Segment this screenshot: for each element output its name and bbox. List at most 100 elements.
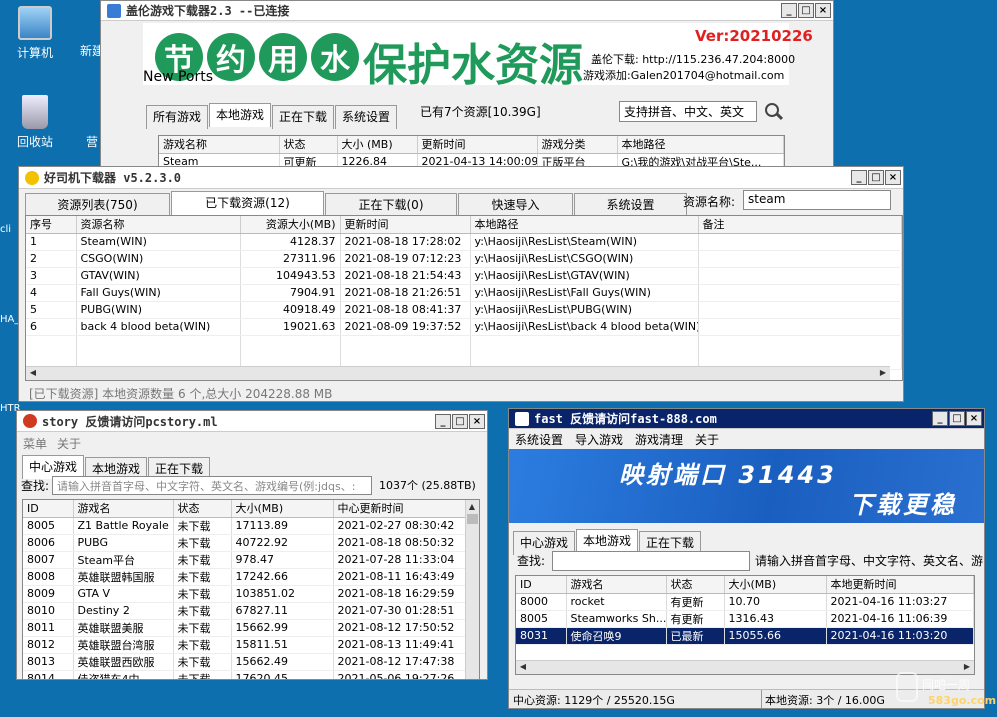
- tab-all-games[interactable]: 所有游戏: [146, 105, 209, 129]
- scroll-thumb[interactable]: [467, 514, 478, 524]
- table-row[interactable]: 8014 佳盗猎车4中 未下载 17620.45 2021-05-06 19:27:26: [23, 670, 479, 679]
- column-header[interactable]: ID: [516, 576, 567, 594]
- close-button[interactable]: ×: [885, 170, 901, 185]
- table-row[interactable]: 8010 Destiny 2 未下载 67827.11 2021-07-30 01:28…: [23, 602, 479, 620]
- column-header[interactable]: 状态: [173, 500, 232, 518]
- minimize-button[interactable]: _: [781, 3, 797, 18]
- maximize-button[interactable]: □: [798, 3, 814, 18]
- scroll-left-icon[interactable]: ◀: [27, 367, 39, 379]
- search-input[interactable]: 支持拼音、中文、英文: [619, 101, 757, 122]
- search-input[interactable]: [552, 551, 750, 571]
- column-header[interactable]: 游戏名: [73, 500, 174, 518]
- column-header[interactable]: 资源名称: [76, 216, 241, 234]
- search-input[interactable]: steam: [743, 190, 891, 210]
- close-button[interactable]: ×: [469, 414, 485, 429]
- table-row[interactable]: 8013 英雄联盟西欧服 未下载 15662.49 2021-08-12 17:47:3…: [23, 653, 479, 671]
- menu-item[interactable]: 系统设置: [515, 431, 563, 448]
- column-header[interactable]: 游戏名称: [159, 136, 280, 154]
- cell: Fall Guys(WIN): [76, 284, 241, 302]
- table-row[interactable]: 8005 Z1 Battle Royale 未下载 17113.89 2021-02-2…: [23, 517, 479, 535]
- table-row[interactable]: 8008 英雄联盟韩国服 未下载 17242.66 2021-08-11 16:43:4…: [23, 568, 479, 586]
- fast-title-bar[interactable]: fast 反馈请访问fast-888.com: [509, 409, 984, 429]
- maximize-button[interactable]: □: [868, 170, 884, 185]
- minimize-button[interactable]: _: [435, 414, 451, 429]
- table-row[interactable]: 8000 rocket 有更新 10.70 2021-04-16 11:03:27: [516, 593, 974, 611]
- cell: 15662.99: [231, 619, 334, 637]
- scroll-left-icon[interactable]: ◀: [517, 661, 529, 673]
- story-window: story 反馈请访问pcstory.ml _ □ × 菜单 关于 中心游戏 本…: [16, 410, 488, 680]
- tab-quick-import[interactable]: 快速导入: [458, 193, 573, 217]
- table-row[interactable]: 5 PUBG(WIN) 40918.49 2021-08-18 08:41:37 y:\…: [26, 301, 902, 319]
- table-row[interactable]: 4 Fall Guys(WIN) 7904.91 2021-08-18 21:26:5…: [26, 284, 902, 302]
- column-header[interactable]: 状态: [666, 576, 725, 594]
- cell: 6: [26, 318, 77, 336]
- column-header[interactable]: 大小(MB): [724, 576, 827, 594]
- maximize-button[interactable]: □: [452, 414, 468, 429]
- cell: y:\Haosiji\ResList\Steam(WIN): [470, 233, 699, 251]
- column-header[interactable]: 大小 (MB): [337, 136, 418, 154]
- column-header[interactable]: 更新时间: [340, 216, 471, 234]
- maximize-button[interactable]: □: [949, 411, 965, 426]
- story-title-bar[interactable]: story 反馈请访问pcstory.ml: [17, 411, 487, 432]
- tab-local-games[interactable]: 本地游戏: [576, 529, 639, 553]
- scroll-right-icon[interactable]: ▶: [877, 367, 889, 379]
- table-row[interactable]: 8012 英雄联盟台湾服 未下载 15811.51 2021-08-13 11:49:4…: [23, 636, 479, 654]
- menu-item[interactable]: 菜单: [23, 435, 47, 452]
- column-header[interactable]: 本地路径: [617, 136, 784, 154]
- tab-resource-list[interactable]: 资源列表(750): [25, 193, 170, 217]
- table-row[interactable]: 8006 PUBG 未下载 40722.92 2021-08-18 08:50:32: [23, 534, 479, 552]
- desktop-icon-computer[interactable]: 计算机: [0, 6, 70, 61]
- tab-settings[interactable]: 系统设置: [335, 105, 398, 129]
- column-header[interactable]: 资源大小(MB): [240, 216, 341, 234]
- cell: 1: [26, 233, 77, 251]
- menu-item[interactable]: 导入游戏: [575, 431, 623, 448]
- table-row[interactable]: 6 back 4 blood beta(WIN) 19021.63 2021-08-0…: [26, 318, 902, 336]
- search-input[interactable]: 请输入拼音首字母、中文字符、英文名、游戏编号(例:jdqs、:: [52, 476, 372, 495]
- galen-title-bar[interactable]: 盖伦游戏下载器2.3 --已连接: [101, 1, 833, 21]
- column-header[interactable]: 更新时间: [417, 136, 538, 154]
- column-header[interactable]: 中心更新时间: [333, 500, 479, 518]
- table-row[interactable]: 1 Steam(WIN) 4128.37 2021-08-18 17:28:02 y:\…: [26, 233, 902, 251]
- scroll-up-icon[interactable]: ▲: [466, 501, 478, 513]
- cell: 8006: [23, 534, 74, 552]
- column-header[interactable]: 备注: [698, 216, 902, 234]
- fast-games-table: ID 游戏名 状态 大小(MB) 本地更新时间 8000 rocket 有更新 10.…: [515, 575, 975, 675]
- table-row[interactable]: 2 CSGO(WIN) 27311.96 2021-08-19 07:12:23 y:\…: [26, 250, 902, 268]
- close-button[interactable]: ×: [966, 411, 982, 426]
- tab-settings[interactable]: 系统设置: [574, 193, 687, 217]
- column-header[interactable]: 游戏分类: [537, 136, 618, 154]
- tab-downloading[interactable]: 正在下载(0): [325, 193, 457, 217]
- minimize-button[interactable]: _: [851, 170, 867, 185]
- cell: 2021-08-18 08:50:32: [333, 534, 479, 552]
- close-button[interactable]: ×: [815, 3, 831, 18]
- column-header[interactable]: 状态: [279, 136, 338, 154]
- column-header[interactable]: 本地更新时间: [826, 576, 974, 594]
- menu-item[interactable]: 关于: [695, 431, 719, 448]
- column-header[interactable]: 大小(MB): [231, 500, 334, 518]
- cell: 英雄联盟韩国服: [73, 568, 174, 586]
- table-row[interactable]: 8007 Steam平台 未下载 978.47 2021-07-28 11:33:04: [23, 551, 479, 569]
- desktop-icon-recycle-bin[interactable]: 回收站: [0, 95, 70, 150]
- scroll-right-icon[interactable]: ▶: [961, 661, 973, 673]
- tab-downloaded[interactable]: 已下载资源(12): [171, 191, 324, 215]
- menu-item[interactable]: 关于: [57, 435, 81, 452]
- table-row[interactable]: 8011 英雄联盟美服 未下载 15662.99 2021-08-12 17:50:52: [23, 619, 479, 637]
- table-row[interactable]: 8009 GTA V 未下载 103851.02 2021-08-18 16:29:59: [23, 585, 479, 603]
- table-row-selected[interactable]: 8031 使命召唤9 已最新 15055.66 2021-04-16 11:03:20: [516, 627, 974, 645]
- tab-local-games[interactable]: 本地游戏: [209, 103, 272, 127]
- cell: y:\Haosiji\ResList\PUBG(WIN): [470, 301, 699, 319]
- galen-window: 盖伦游戏下载器2.3 --已连接 _ □ × 节约用水 保护水资源 Ver:20…: [100, 0, 834, 170]
- column-header[interactable]: 本地路径: [470, 216, 699, 234]
- column-header[interactable]: 游戏名: [566, 576, 667, 594]
- menu-item[interactable]: 游戏清理: [635, 431, 683, 448]
- horizontal-scrollbar[interactable]: ◀ ▶: [26, 366, 890, 380]
- minimize-button[interactable]: _: [932, 411, 948, 426]
- vertical-scrollbar[interactable]: ▲: [465, 500, 479, 679]
- table-row[interactable]: 8005 Steamworks Sh... 有更新 1316.43 2021-04-16…: [516, 610, 974, 628]
- table-row[interactable]: 3 GTAV(WIN) 104943.53 2021-08-18 21:54:43 y:…: [26, 267, 902, 285]
- tab-downloading[interactable]: 正在下载: [272, 105, 335, 129]
- cell: 2021-04-16 11:06:39: [826, 610, 974, 628]
- column-header[interactable]: 序号: [26, 216, 77, 234]
- haosiji-title-bar[interactable]: 好司机下载器 v5.2.3.0: [19, 167, 903, 189]
- column-header[interactable]: ID: [23, 500, 74, 518]
